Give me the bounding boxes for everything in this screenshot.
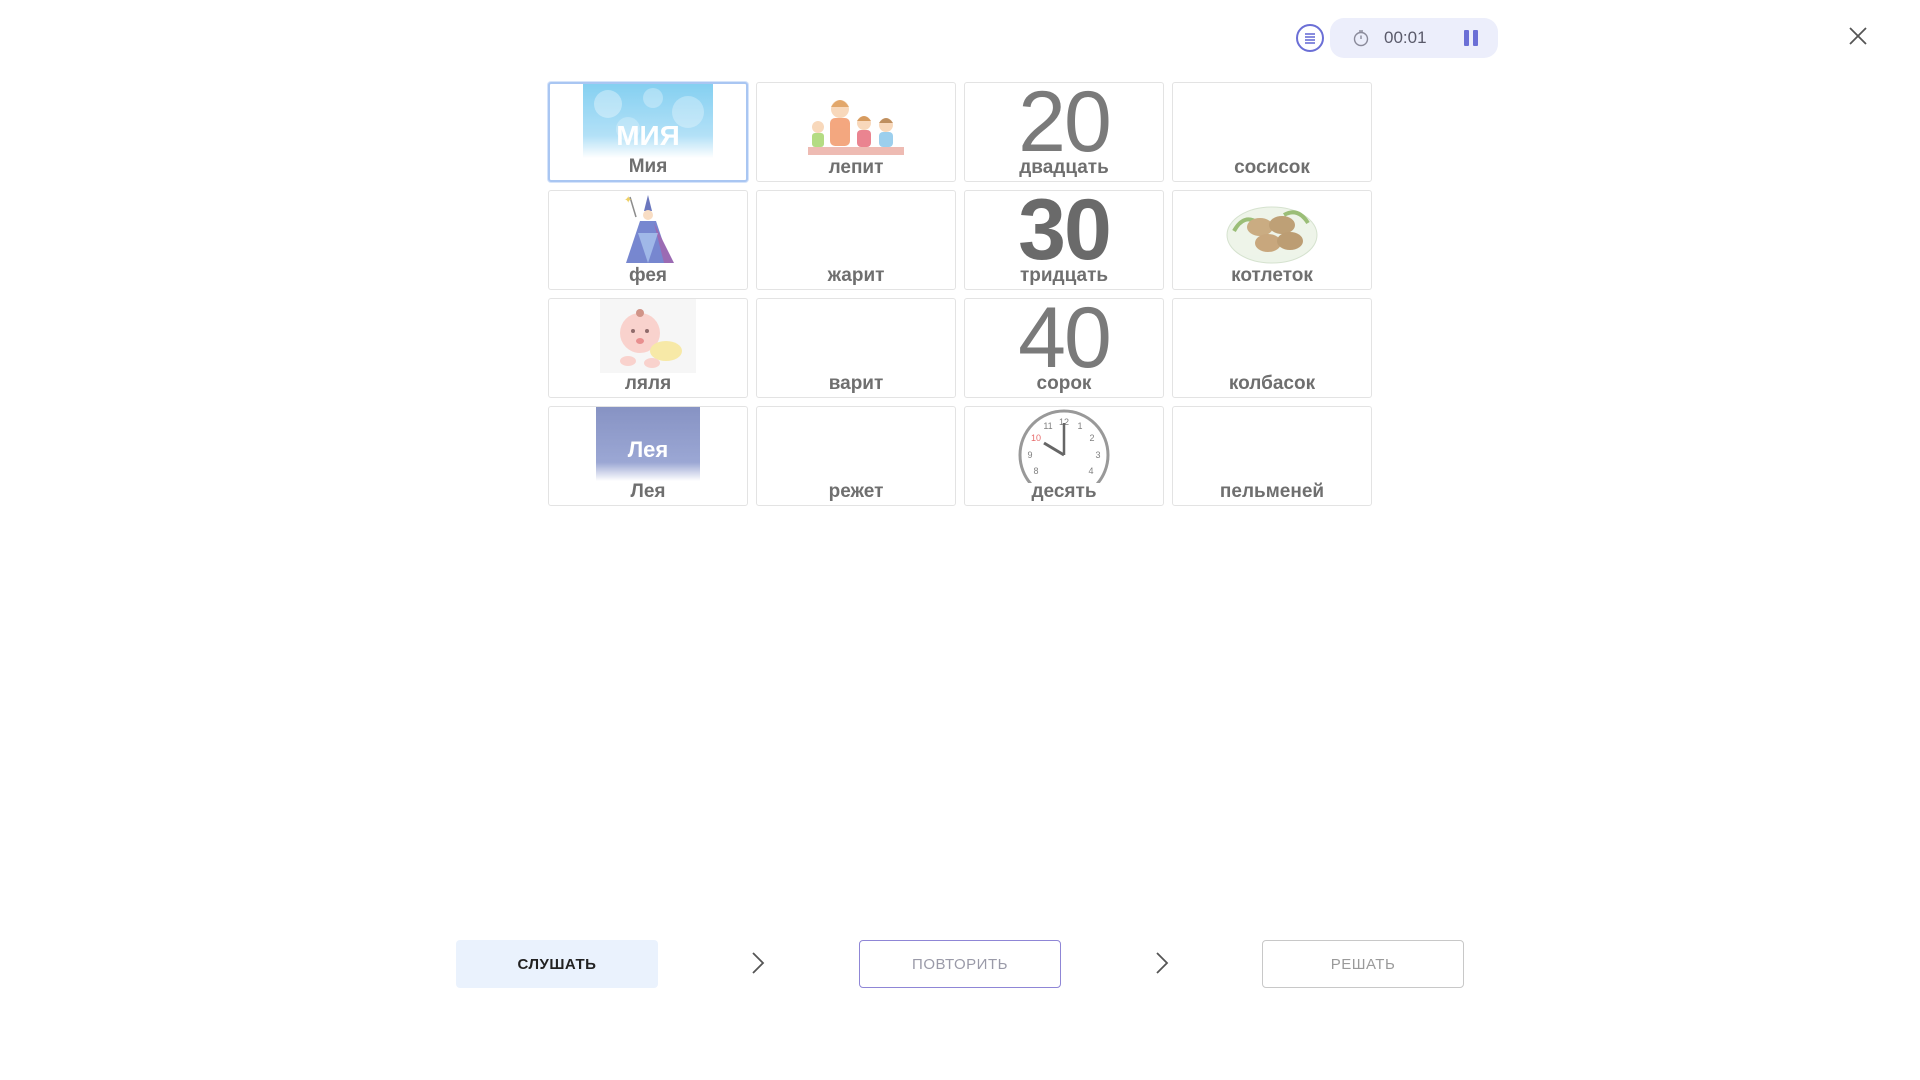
cell-label: варит: [828, 373, 884, 394]
grid-cell-tridtsat[interactable]: 30 тридцать: [964, 190, 1164, 290]
clock-number: 3: [1095, 450, 1100, 460]
mia-image-text: МИЯ: [616, 120, 680, 151]
cell-label: лепит: [828, 157, 884, 178]
cell-label: котлеток: [1231, 265, 1313, 286]
clock-number: 8: [1033, 466, 1038, 476]
clock-number: 1: [1077, 421, 1082, 431]
chevron-right-icon: [1156, 952, 1169, 974]
listen-button[interactable]: СЛУШАТЬ: [456, 940, 658, 988]
cell-label: жарит: [827, 265, 885, 286]
pause-icon[interactable]: [1464, 30, 1478, 46]
solve-button[interactable]: РЕШАТЬ: [1262, 940, 1464, 988]
cell-label: тридцать: [1019, 265, 1109, 286]
top-bar: 00:01: [1296, 18, 1498, 58]
fairy-icon: ✦: [624, 195, 674, 263]
grid-cell-pelmeney[interactable]: пельменей: [1172, 406, 1372, 506]
leya-name-image: Лея: [596, 407, 700, 481]
cell-label: фея: [628, 265, 668, 286]
clock-number: 9: [1027, 450, 1032, 460]
number-twenty: 20: [1018, 82, 1112, 170]
clock-number: 10: [1031, 433, 1041, 443]
leya-image-text: Лея: [627, 437, 669, 462]
clock-number: 4: [1088, 466, 1093, 476]
grid-cell-desyat[interactable]: 12 1 2 3 4 8 9 10 11 десять: [964, 406, 1164, 506]
clock-ten-icon: 12 1 2 3 4 8 9 10 11: [1018, 409, 1110, 483]
stopwatch-icon: [1352, 29, 1370, 47]
cell-label: режет: [828, 481, 884, 502]
cutlets-plate-icon: [1226, 206, 1318, 264]
cell-label: колбасок: [1228, 373, 1316, 394]
grid-cell-feya[interactable]: ✦ фея: [548, 190, 748, 290]
word-grid: МИЯ Мия лепит 20 двадцать сосисок ✦ фея …: [548, 82, 1372, 506]
grid-cell-leya[interactable]: Лея Лея: [548, 406, 748, 506]
cell-label: пельменей: [1219, 481, 1325, 502]
grid-cell-lepit[interactable]: лепит: [756, 82, 956, 182]
svg-text:✦: ✦: [624, 195, 632, 206]
grid-cell-rezhet[interactable]: режет: [756, 406, 956, 506]
cell-label: сосисок: [1234, 157, 1310, 178]
number-forty: 40: [1018, 298, 1112, 386]
grid-cell-varit[interactable]: варит: [756, 298, 956, 398]
repeat-button[interactable]: ПОВТОРИТЬ: [859, 940, 1061, 988]
grid-cell-kotletok[interactable]: котлеток: [1172, 190, 1372, 290]
close-icon[interactable]: [1846, 24, 1870, 48]
cell-label: Лея: [630, 481, 666, 502]
chevron-right-icon: [752, 952, 765, 974]
grid-cell-lyalya[interactable]: ляля: [548, 298, 748, 398]
cell-label: десять: [1031, 481, 1097, 502]
cell-label: двадцать: [1019, 157, 1109, 178]
grid-cell-sorok[interactable]: 40 сорок: [964, 298, 1164, 398]
grid-cell-mia[interactable]: МИЯ Мия: [548, 82, 748, 182]
timer: 00:01: [1330, 18, 1498, 58]
mia-name-image: МИЯ: [583, 84, 713, 158]
grid-cell-kolbasok[interactable]: колбасок: [1172, 298, 1372, 398]
timer-value: 00:01: [1384, 28, 1427, 47]
clock-number: 2: [1089, 433, 1094, 443]
cell-label: Мия: [628, 156, 668, 177]
baby-icon: [600, 299, 696, 373]
number-thirty: 30: [1018, 190, 1112, 278]
grid-cell-sosisok[interactable]: сосисок: [1172, 82, 1372, 182]
clock-number: 11: [1043, 421, 1052, 431]
family-cooking-icon: [808, 100, 904, 155]
cell-label: ляля: [624, 373, 672, 394]
grid-cell-dvadtsat[interactable]: 20 двадцать: [964, 82, 1164, 182]
cell-label: сорок: [1036, 373, 1092, 394]
list-menu-icon[interactable]: [1296, 24, 1324, 52]
grid-cell-zharit[interactable]: жарит: [756, 190, 956, 290]
